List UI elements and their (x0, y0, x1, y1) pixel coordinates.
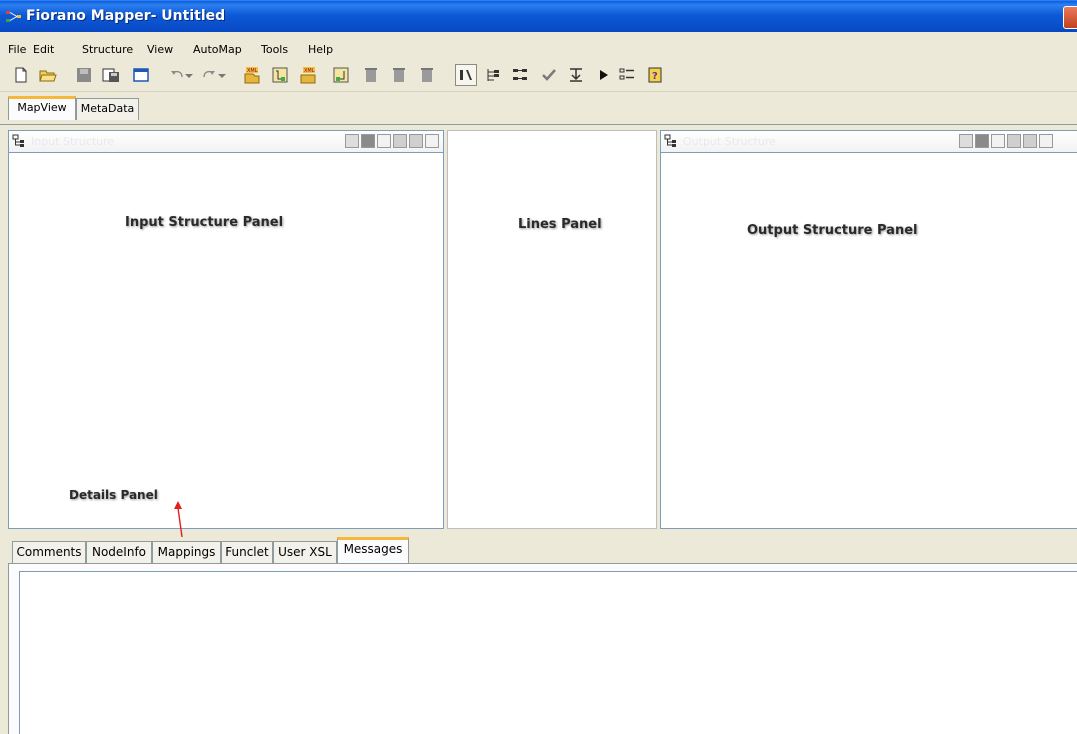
open-folder-icon[interactable] (39, 66, 57, 84)
delete-all-icon[interactable] (390, 66, 408, 84)
lines-panel-label: Lines Panel (518, 217, 602, 232)
input-panel-title: Input Structure (31, 135, 115, 148)
help-icon[interactable]: ? (646, 66, 664, 84)
menu-tools[interactable]: Tools (261, 43, 288, 56)
structure-icon[interactable] (271, 66, 289, 84)
maximize-icon[interactable] (991, 134, 1005, 148)
svg-text:XML: XML (247, 68, 258, 74)
title-bar[interactable]: Fiorano Mapper- Untitled (0, 0, 1077, 32)
close-icon[interactable] (425, 134, 439, 148)
tab-comments[interactable]: Comments (12, 541, 86, 563)
menu-bar: File Edit Structure View AutoMap Tools H… (0, 32, 1077, 56)
input-panel-controls (345, 134, 439, 149)
undo-dropdown-icon[interactable] (183, 66, 195, 84)
expand-tree-icon[interactable] (1007, 134, 1021, 148)
tab-metadata[interactable]: MetaData (76, 98, 139, 120)
close-window-button[interactable] (1063, 6, 1077, 29)
collapse-tree-icon[interactable] (409, 134, 423, 148)
menu-edit[interactable]: Edit (33, 43, 54, 56)
structure-tree-icon (664, 134, 676, 147)
messages-output-area[interactable] (19, 571, 1077, 734)
expand-tree-icon[interactable] (393, 134, 407, 148)
output-structure-panel[interactable]: Output Structure Output Structure Panel (660, 130, 1077, 529)
maximize-icon[interactable] (377, 134, 391, 148)
structure-tree-icon (12, 134, 24, 147)
node-view-icon[interactable] (455, 64, 477, 86)
input-panel-header: Input Structure (9, 131, 443, 153)
delete-all-icon-2[interactable] (418, 66, 436, 84)
annotation-arrow-icon (174, 501, 183, 537)
lines-panel[interactable]: Lines Panel (447, 130, 657, 529)
menu-automap[interactable]: AutoMap (193, 43, 242, 56)
copy-icon[interactable] (959, 134, 973, 148)
close-icon[interactable] (1039, 134, 1053, 148)
menu-view[interactable]: View (147, 43, 173, 56)
output-panel-label: Output Structure Panel (747, 223, 918, 238)
run-icon[interactable] (594, 66, 612, 84)
window-icon[interactable] (132, 66, 150, 84)
tab-funclet[interactable]: Funclet (221, 541, 273, 563)
delete-icon[interactable] (362, 66, 380, 84)
tree-collapse-icon[interactable] (511, 66, 529, 84)
tab-user-xsl[interactable]: User XSL (273, 541, 337, 563)
details-panel-label: Details Panel (69, 488, 158, 502)
input-panel-label: Input Structure Panel (125, 215, 284, 230)
tree-expand-icon[interactable] (484, 66, 502, 84)
menu-file[interactable]: File (8, 43, 26, 56)
copy-icon[interactable] (345, 134, 359, 148)
input-structure-panel[interactable]: Input Structure Input Structure Panel (8, 130, 444, 529)
window-title: Fiorano Mapper- Untitled (26, 8, 226, 24)
output-panel-header: Output Structure (661, 131, 1077, 153)
output-panel-controls (959, 134, 1053, 149)
menu-help[interactable]: Help (308, 43, 333, 56)
collapse-tree-icon[interactable] (1023, 134, 1037, 148)
save-icon[interactable] (75, 66, 93, 84)
redo-dropdown-icon[interactable] (216, 66, 228, 84)
toolbar: XML XML ? (0, 58, 1077, 92)
mapping-icon[interactable] (567, 66, 585, 84)
main-tab-bar: MapView MetaData (0, 96, 1077, 124)
tab-mappings[interactable]: Mappings (152, 541, 221, 563)
load-xml-icon[interactable]: XML (243, 66, 261, 84)
map-view-area: Input Structure Input Structure Panel Li… (0, 124, 1077, 529)
tab-mapview[interactable]: MapView (8, 96, 76, 120)
save-icon[interactable] (975, 134, 989, 148)
save-icon[interactable] (361, 134, 375, 148)
export-xml-icon[interactable]: XML (299, 66, 317, 84)
menu-structure[interactable]: Structure (82, 43, 133, 56)
import-structure-icon[interactable] (332, 66, 350, 84)
details-tab-bar: Comments NodeInfo Mappings Funclet User … (8, 537, 1077, 564)
details-panel (8, 563, 1077, 734)
output-panel-title: Output Structure (683, 135, 776, 148)
validate-icon[interactable] (540, 66, 558, 84)
svg-text:XML: XML (304, 68, 315, 74)
tab-nodeinfo[interactable]: NodeInfo (86, 541, 152, 563)
list-icon[interactable] (618, 66, 636, 84)
app-icon (6, 11, 21, 22)
new-file-icon[interactable] (12, 66, 30, 84)
svg-text:?: ? (652, 71, 658, 82)
save-as-icon[interactable] (102, 66, 120, 84)
tab-messages[interactable]: Messages (337, 537, 409, 564)
